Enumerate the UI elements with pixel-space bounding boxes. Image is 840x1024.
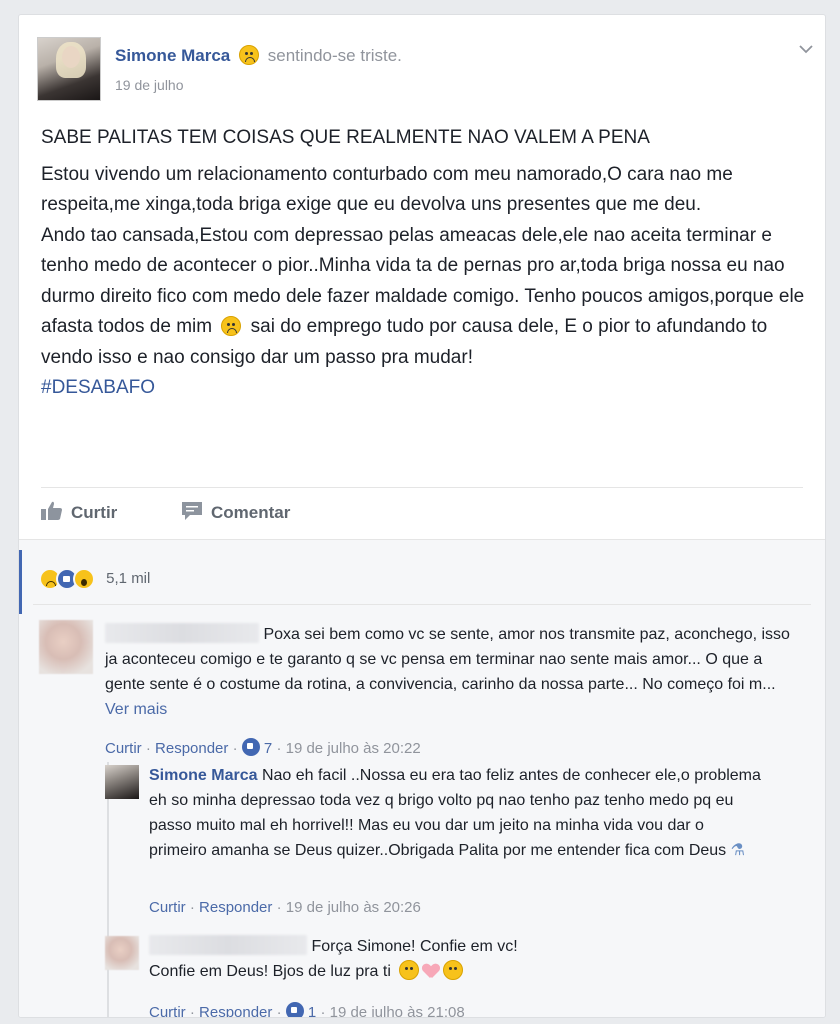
author-line: Simone Marca sentindo-se triste. <box>115 45 402 66</box>
reactions-summary[interactable]: 5,1 mil <box>39 568 150 590</box>
meta-separator: · <box>320 1004 326 1018</box>
reply: Simone Marca Nao eh facil ..Nossa eu era… <box>105 765 761 925</box>
comment-icon <box>182 502 202 520</box>
comment-button[interactable]: Comentar <box>181 501 290 523</box>
comment-like-link[interactable]: Curtir <box>105 740 142 757</box>
post-header: Simone Marca sentindo-se triste. 19 de j… <box>37 37 813 101</box>
reply-like-link[interactable]: Curtir <box>149 1004 186 1017</box>
reply-like-count[interactable]: 1 <box>308 1004 316 1017</box>
chevron-down-icon[interactable] <box>799 41 813 57</box>
commenter-name-blurred[interactable] <box>105 623 259 643</box>
wow-reaction-icon <box>73 568 95 590</box>
reply: Força Simone! Confie em vc! Confie em De… <box>105 934 765 1018</box>
post-hashtag[interactable]: #DESABAFO <box>41 373 811 404</box>
divider <box>41 487 803 488</box>
meta-separator: · <box>232 740 238 757</box>
reply-time[interactable]: 19 de julho às 20:26 <box>286 899 421 916</box>
reply-meta: Curtir · Responder · 1 · 19 de julho às … <box>149 1000 465 1018</box>
post-paragraph-1: Estou vivendo um relacionamento conturba… <box>41 163 733 216</box>
heart-icon <box>423 964 439 978</box>
reply-like-link[interactable]: Curtir <box>149 899 186 916</box>
comment-label: Comentar <box>211 503 291 522</box>
meta-separator: · <box>276 899 282 916</box>
like-badge-icon <box>241 738 260 756</box>
divider <box>33 604 811 605</box>
wink-icon <box>443 960 464 980</box>
reply-time[interactable]: 19 de julho às 21:08 <box>330 1004 465 1017</box>
reactions-count: 5,1 mil <box>106 569 151 587</box>
reply-author-avatar[interactable] <box>105 765 139 799</box>
meta-separator: · <box>276 1004 282 1018</box>
like-button[interactable]: Curtir <box>41 501 117 523</box>
like-badge-icon <box>285 1002 304 1017</box>
see-more-link[interactable]: Ver mais <box>105 701 167 718</box>
author-avatar[interactable] <box>37 37 101 101</box>
like-label: Curtir <box>71 503 118 522</box>
reply-reply-link[interactable]: Responder <box>199 1004 272 1017</box>
focus-bar <box>19 550 22 614</box>
commenter-avatar[interactable] <box>39 620 93 674</box>
reply-body: Força Simone! Confie em vc! Confie em De… <box>149 934 559 984</box>
post-title: SABE PALITAS TEM COISAS QUE REALMENTE NA… <box>41 127 650 148</box>
sad-face-icon <box>221 316 242 336</box>
comment-meta: Curtir · Responder · 7 · 19 de julho às … <box>105 736 421 761</box>
post-body: SABE PALITAS TEM COISAS QUE REALMENTE NA… <box>41 123 811 404</box>
author-name[interactable]: Simone Marca <box>115 46 230 65</box>
smile-icon <box>399 960 420 980</box>
reply-author-name-blurred[interactable] <box>149 935 307 955</box>
praying-hands-icon: ⚗ <box>730 842 745 859</box>
post-card: Simone Marca sentindo-se triste. 19 de j… <box>18 14 826 1018</box>
reply-author-name[interactable]: Simone Marca <box>149 767 257 784</box>
post-paragraph-2: Ando tao cansada,Estou com depressao pel… <box>41 221 811 374</box>
reply-reply-link[interactable]: Responder <box>199 899 272 916</box>
meta-separator: · <box>189 899 195 916</box>
comment: Poxa sei bem como vc se sente, amor nos … <box>39 620 809 760</box>
reply-body: Simone Marca Nao eh facil ..Nossa eu era… <box>149 763 761 863</box>
comment-like-count[interactable]: 7 <box>264 740 272 757</box>
comment-body: Poxa sei bem como vc se sente, amor nos … <box>105 622 795 722</box>
meta-separator: · <box>276 740 282 757</box>
meta-separator: · <box>189 1004 195 1018</box>
thumbs-up-icon <box>41 501 62 520</box>
reply-author-avatar[interactable] <box>105 936 139 970</box>
comment-time[interactable]: 19 de julho às 20:22 <box>286 740 421 757</box>
meta-separator: · <box>145 740 151 757</box>
post-date[interactable]: 19 de julho <box>115 77 184 93</box>
feeling-text: sentindo-se triste. <box>267 46 402 65</box>
comments-section: 5,1 mil Poxa sei bem como vc se sente, a… <box>19 539 825 1017</box>
comment-reply-link[interactable]: Responder <box>155 740 228 757</box>
sad-face-icon <box>239 45 259 65</box>
reply-meta: Curtir · Responder · 19 de julho às 20:2… <box>149 895 421 920</box>
